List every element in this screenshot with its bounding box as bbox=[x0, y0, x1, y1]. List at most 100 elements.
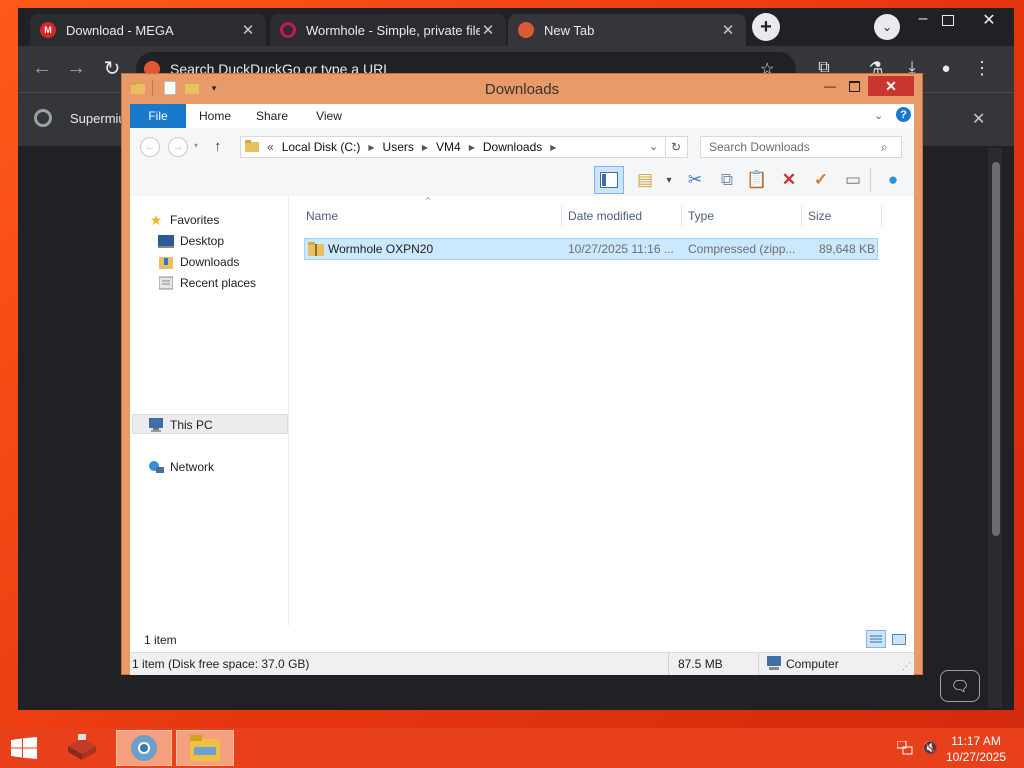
resize-grip-icon[interactable]: ⋰ bbox=[902, 661, 911, 672]
explorer-minimize-icon[interactable]: — bbox=[820, 76, 840, 96]
tab-file[interactable]: File bbox=[130, 104, 186, 128]
back-arrow-icon[interactable]: ← bbox=[28, 54, 56, 82]
forward-arrow-icon[interactable]: → bbox=[62, 54, 90, 82]
breadcrumb-separator-icon[interactable]: ▶ bbox=[368, 143, 374, 152]
winrar-app-icon[interactable] bbox=[60, 730, 104, 766]
profile-avatar-icon[interactable]: ● bbox=[932, 54, 960, 82]
computer-small-icon bbox=[766, 656, 782, 673]
page-scrollbar-thumb[interactable] bbox=[992, 162, 1000, 536]
close-window-icon[interactable]: ✕ bbox=[974, 10, 1004, 34]
tab-view[interactable]: View bbox=[304, 104, 354, 128]
info-bar-text: Supermiu bbox=[70, 111, 126, 126]
mega-favicon-icon: M bbox=[40, 22, 56, 38]
back-arrow-icon[interactable]: ← bbox=[140, 137, 160, 157]
paste-clipboard-icon[interactable]: 📋 bbox=[744, 167, 770, 193]
tab-share[interactable]: Share bbox=[246, 104, 298, 128]
explorer-close-icon[interactable]: ✕ bbox=[868, 76, 914, 96]
address-divider bbox=[665, 137, 666, 157]
recent-locations-chevron-icon[interactable]: ▾ bbox=[194, 141, 198, 150]
browser-menu-icon[interactable]: ⋮ bbox=[968, 54, 996, 82]
network-tray-icon[interactable] bbox=[896, 740, 913, 755]
maximize-icon[interactable] bbox=[940, 12, 956, 28]
tab-home[interactable]: Home bbox=[190, 104, 240, 128]
address-bar[interactable]: « Local Disk (C:) ▶ Users ▶ VM4 ▶ Downlo… bbox=[240, 136, 688, 158]
breadcrumb-users[interactable]: Users bbox=[383, 140, 414, 154]
breadcrumb-local-disk[interactable]: Local Disk (C:) bbox=[282, 140, 361, 154]
volume-muted-icon[interactable]: 🔇 bbox=[922, 740, 938, 756]
tab-search-chevron-icon[interactable]: ⌄ bbox=[874, 14, 900, 40]
file-explorer-app-icon[interactable] bbox=[176, 730, 234, 766]
tab-close-icon[interactable]: ✕ bbox=[480, 21, 496, 39]
ribbon: File Home Share View ⌄ ? bbox=[130, 104, 914, 129]
select-all-icon[interactable]: ▭ bbox=[840, 167, 866, 193]
rename-check-icon[interactable]: ✓ bbox=[808, 167, 834, 193]
help-icon[interactable]: ? bbox=[896, 107, 911, 122]
delete-x-icon[interactable]: ✕ bbox=[776, 167, 802, 193]
column-header-size[interactable]: Size bbox=[802, 204, 882, 228]
file-row[interactable]: Wormhole OXPN20 10/27/2025 11:16 ... Com… bbox=[304, 238, 878, 260]
explorer-client: File Home Share View ⌄ ? ← → ▾ ↑ « Local… bbox=[130, 104, 914, 675]
clock-date: 10/27/2025 bbox=[945, 750, 1007, 764]
breadcrumb-overflow[interactable]: « bbox=[267, 140, 274, 154]
details-divider bbox=[668, 653, 669, 675]
zip-folder-icon bbox=[308, 242, 324, 259]
minimize-icon[interactable]: – bbox=[908, 10, 938, 34]
customize-qat-chevron-icon[interactable]: ▾ bbox=[206, 80, 222, 96]
new-folder-icon[interactable] bbox=[184, 80, 200, 96]
ribbon-expand-chevron-icon[interactable]: ⌄ bbox=[874, 109, 883, 122]
nav-item-this-pc[interactable]: This PC bbox=[148, 415, 213, 435]
breadcrumb-separator-icon[interactable]: ▶ bbox=[422, 143, 428, 152]
nav-item-downloads[interactable]: Downloads bbox=[158, 252, 239, 272]
tab-new-tab[interactable]: New Tab ✕ bbox=[508, 14, 746, 46]
nav-item-recent-places[interactable]: Recent places bbox=[158, 273, 256, 293]
large-icons-view-icon[interactable] bbox=[890, 630, 908, 648]
details-view-icon[interactable] bbox=[866, 630, 886, 648]
search-icon: ⌕ bbox=[881, 140, 888, 154]
tab-wormhole[interactable]: Wormhole - Simple, private file ✕ bbox=[270, 14, 506, 46]
breadcrumb-separator-icon[interactable]: ▶ bbox=[550, 143, 556, 152]
navigation-pane: ★ Favorites Desktop Downloads Recent pla… bbox=[130, 196, 289, 626]
refresh-icon[interactable]: ↻ bbox=[671, 140, 681, 154]
address-dropdown-chevron-icon[interactable]: ⌄ bbox=[649, 140, 658, 153]
nav-label: Downloads bbox=[180, 255, 240, 269]
new-tab-plus-icon[interactable]: + bbox=[752, 13, 780, 41]
tab-close-icon[interactable]: ✕ bbox=[720, 21, 736, 39]
nav-item-network[interactable]: Network bbox=[148, 457, 214, 477]
breadcrumb-vm4[interactable]: VM4 bbox=[436, 140, 461, 154]
properties-dropdown-chevron-icon[interactable]: ▾ bbox=[656, 167, 682, 193]
preview-pane-icon[interactable] bbox=[594, 166, 624, 194]
status-area: 1 item bbox=[130, 626, 914, 652]
properties-icon[interactable] bbox=[162, 80, 178, 96]
start-windows-icon[interactable] bbox=[4, 730, 44, 766]
details-divider bbox=[758, 653, 759, 675]
search-input[interactable]: Search Downloads ⌕ bbox=[700, 136, 902, 158]
breadcrumb-downloads[interactable]: Downloads bbox=[483, 140, 542, 154]
globe-network-icon[interactable]: ● bbox=[880, 167, 906, 193]
tab-close-icon[interactable]: ✕ bbox=[240, 21, 256, 39]
system-clock[interactable]: 11:17 AM 10/27/2025 bbox=[940, 733, 1012, 765]
tab-mega[interactable]: M Download - MEGA ✕ bbox=[30, 14, 266, 46]
search-placeholder: Search Downloads bbox=[709, 140, 810, 154]
column-header-type[interactable]: Type bbox=[682, 204, 802, 228]
info-bar-close-icon[interactable]: ✕ bbox=[972, 109, 985, 129]
details-summary: 1 item (Disk free space: 37.0 GB) bbox=[132, 657, 310, 671]
up-arrow-icon[interactable]: ↑ bbox=[214, 138, 222, 155]
chromium-logo-icon bbox=[34, 109, 52, 127]
column-header-date[interactable]: Date modified bbox=[562, 204, 682, 228]
nav-label: Network bbox=[170, 460, 215, 474]
forward-arrow-icon[interactable]: → bbox=[168, 137, 188, 157]
file-size: 89,648 KB bbox=[818, 242, 875, 256]
chat-bubble-icon[interactable]: 🗨 bbox=[940, 670, 980, 702]
properties-check-icon[interactable]: ▤ bbox=[632, 167, 658, 193]
nav-item-desktop[interactable]: Desktop bbox=[158, 231, 224, 251]
column-header-name[interactable]: Name bbox=[300, 204, 562, 228]
copy-icon[interactable]: ⧉ bbox=[714, 167, 740, 193]
breadcrumb-separator-icon[interactable]: ▶ bbox=[469, 143, 475, 152]
chromium-app-icon[interactable] bbox=[116, 730, 172, 766]
explorer-maximize-icon[interactable] bbox=[844, 76, 864, 96]
tab-label: Download - MEGA bbox=[66, 22, 174, 38]
nav-item-favorites[interactable]: ★ Favorites bbox=[148, 210, 220, 230]
cut-scissors-icon[interactable]: ✂ bbox=[682, 167, 708, 193]
desktop-icon bbox=[158, 234, 174, 248]
nav-label: Favorites bbox=[170, 213, 220, 227]
